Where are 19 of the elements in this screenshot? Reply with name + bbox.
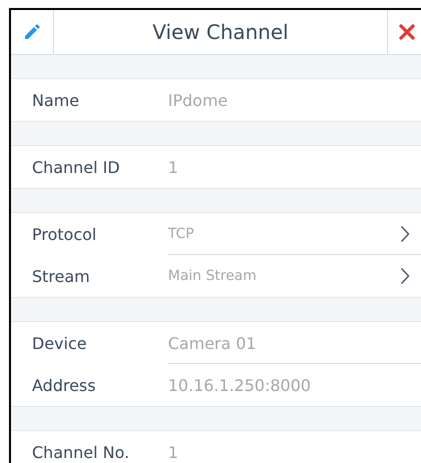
- field-value[interactable]: TCP: [168, 226, 400, 242]
- field-label: Address: [32, 376, 97, 394]
- field-value: 10.16.1.250:8000: [168, 376, 312, 394]
- field-value: IPdome: [168, 90, 229, 110]
- field-label: Channel No.: [32, 442, 130, 462]
- field-label: Device: [32, 334, 88, 352]
- chevron-right-icon[interactable]: [400, 225, 410, 243]
- field-value: 1: [168, 442, 180, 462]
- field-value: Camera 01: [168, 334, 258, 352]
- chevron-right-icon[interactable]: [400, 267, 410, 285]
- field-value: 1: [168, 158, 180, 176]
- field-label: Protocol: [32, 224, 98, 244]
- field-label: Stream: [32, 266, 91, 286]
- close-icon: [396, 22, 416, 42]
- pencil-icon: [23, 23, 41, 41]
- field-label: Channel ID: [32, 158, 121, 176]
- field-label: Name: [32, 90, 80, 110]
- window-title: View Channel: [152, 19, 290, 46]
- field-value[interactable]: Main Stream: [168, 268, 400, 284]
